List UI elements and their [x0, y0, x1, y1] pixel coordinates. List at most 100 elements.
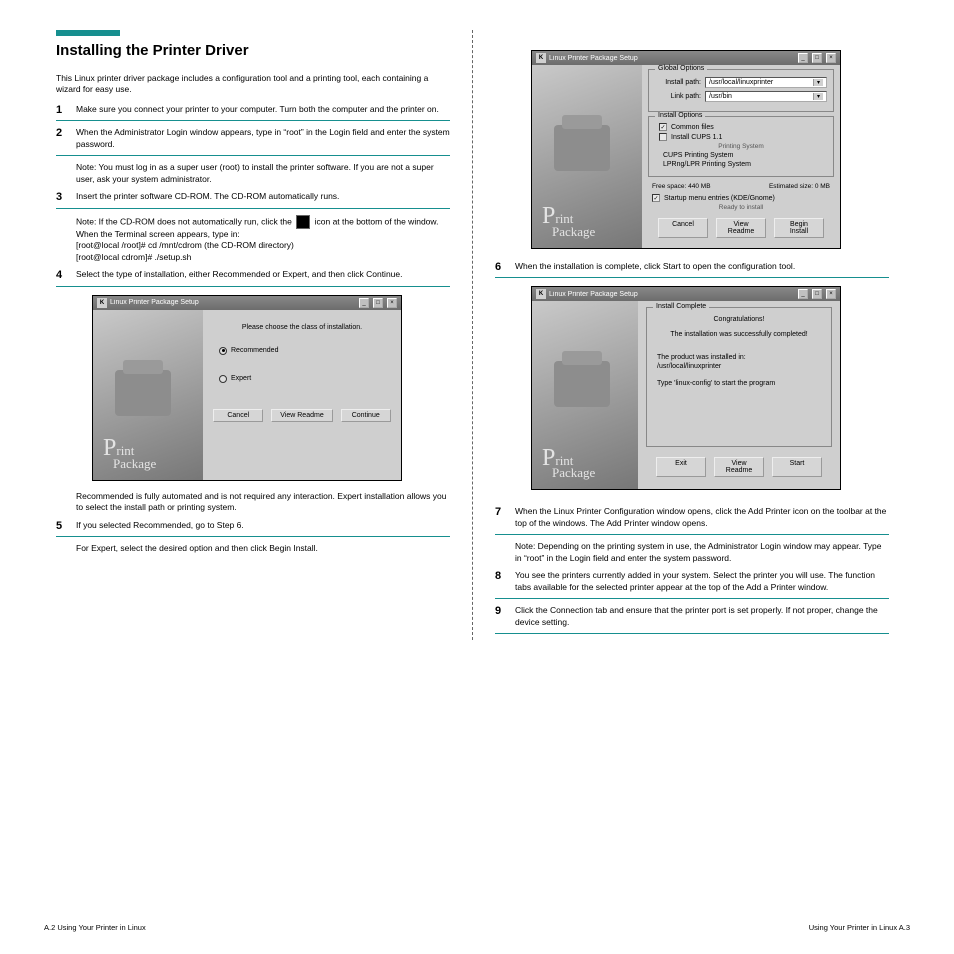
- dialog-heading: Please choose the class of installation.: [211, 324, 393, 331]
- printer-illustration: [554, 125, 610, 171]
- step-text: Make sure you connect your printer to yo…: [76, 104, 450, 118]
- view-readme-button[interactable]: View Readme: [716, 218, 766, 238]
- check-label: Startup menu entries (KDE/Gnome): [664, 195, 775, 202]
- step-text: When the Administrator Login window appe…: [76, 127, 450, 148]
- printer-illustration: [115, 370, 171, 416]
- maximize-icon[interactable]: □: [812, 53, 822, 63]
- step-1: 1 Make sure you connect your printer to …: [56, 104, 450, 121]
- minimize-icon[interactable]: _: [798, 53, 808, 63]
- global-options-group: Global Options Install path: /usr/local/…: [648, 69, 834, 112]
- step-text: You see the printers currently added in …: [515, 570, 889, 596]
- view-readme-button[interactable]: View Readme: [714, 457, 764, 477]
- minimize-icon[interactable]: _: [798, 289, 808, 299]
- step-7-note: Note: Depending on the printing system i…: [515, 541, 889, 564]
- footer-right: Using Your Printer in Linux A.3: [477, 923, 910, 932]
- cancel-button[interactable]: Cancel: [213, 409, 263, 422]
- free-space-label: Free space:: [652, 183, 686, 190]
- radio-dot-icon: [219, 375, 227, 383]
- est-size-value: 0 MB: [815, 183, 830, 190]
- close-icon[interactable]: ×: [826, 289, 836, 299]
- app-icon: K: [536, 289, 546, 299]
- step-num: 1: [56, 104, 70, 118]
- view-readme-button[interactable]: View Readme: [271, 409, 332, 422]
- dialog-title: Linux Printer Package Setup: [549, 55, 794, 62]
- checkbox-checked-icon: ✓: [659, 123, 667, 131]
- radio-dot-icon: [219, 347, 227, 355]
- installer-dialog-complete: K Linux Printer Package Setup _ □ × Prin…: [531, 286, 841, 490]
- step-num: 4: [56, 269, 70, 283]
- step-2: 2 When the Administrator Login window ap…: [56, 127, 450, 156]
- dialog-titlebar[interactable]: K Linux Printer Package Setup _ □ ×: [532, 51, 840, 65]
- radio-expert[interactable]: Expert: [219, 375, 393, 383]
- checkbox-checked-icon: ✓: [652, 194, 660, 202]
- step-text: Click the Connection tab and ensure that…: [515, 605, 889, 631]
- radio-recommended[interactable]: Recommended: [219, 347, 393, 355]
- dialog-sidebar: PrintPackage: [532, 65, 642, 248]
- footer-left: A.2 Using Your Printer in Linux: [44, 923, 477, 932]
- dialog-title: Linux Printer Package Setup: [549, 291, 794, 298]
- dialog-titlebar[interactable]: K Linux Printer Package Setup _ □ ×: [93, 296, 401, 310]
- start-button[interactable]: Start: [772, 457, 822, 477]
- radio-label: Expert: [231, 375, 251, 382]
- combo-value: /usr/local/linuxprinter: [709, 79, 773, 86]
- step-num: 2: [56, 127, 70, 153]
- combo-value: /usr/bin: [709, 93, 732, 100]
- printing-system-heading: Printing System: [655, 143, 827, 150]
- maximize-icon[interactable]: □: [812, 289, 822, 299]
- step-text: Insert the printer software CD-ROM. The …: [76, 191, 450, 205]
- install-complete-group: Install Complete Congratulations! The in…: [646, 307, 832, 447]
- check-startup-entries[interactable]: ✓ Startup menu entries (KDE/Gnome): [652, 194, 834, 202]
- groupbox-title: Install Options: [655, 112, 705, 119]
- step-7: 7 When the Linux Printer Configuration w…: [495, 506, 889, 535]
- continue-button[interactable]: Continue: [341, 409, 391, 422]
- printer-illustration: [554, 361, 610, 407]
- installed-in-label: The product was installed in:: [657, 354, 821, 361]
- check-install-cups[interactable]: Install CUPS 1.1: [659, 133, 827, 141]
- dialog-sidebar: PrintPackage: [532, 301, 638, 489]
- close-icon[interactable]: ×: [826, 53, 836, 63]
- dialog-title: Linux Printer Package Setup: [110, 299, 355, 306]
- chevron-down-icon[interactable]: ▾: [813, 79, 823, 86]
- radio-label: CUPS Printing System: [663, 152, 733, 159]
- exit-button[interactable]: Exit: [656, 457, 706, 477]
- dialog-titlebar[interactable]: K Linux Printer Package Setup _ □ ×: [532, 287, 840, 301]
- check-common-files[interactable]: ✓ Common files: [659, 123, 827, 131]
- step-3-note: Note: If the CD-ROM does not automatical…: [76, 215, 450, 263]
- install-options-group: Install Options ✓ Common files Install C…: [648, 116, 834, 177]
- maximize-icon[interactable]: □: [373, 298, 383, 308]
- column-divider: [472, 30, 473, 640]
- installer-dialog-class: K Linux Printer Package Setup _ □ × Prin…: [92, 295, 402, 481]
- cancel-button[interactable]: Cancel: [658, 218, 708, 238]
- begin-install-button[interactable]: Begin Install: [774, 218, 824, 238]
- install-path-combo[interactable]: /usr/local/linuxprinter ▾: [705, 77, 827, 88]
- installed-path: /usr/local/linuxprinter: [657, 363, 821, 370]
- free-space-value: 440 MB: [688, 183, 710, 190]
- step-6: 6 When the installation is complete, cli…: [495, 261, 889, 278]
- installer-dialog-expert: K Linux Printer Package Setup _ □ × Prin…: [531, 50, 841, 249]
- close-icon[interactable]: ×: [387, 298, 397, 308]
- radio-label: LPRng/LPR Printing System: [663, 161, 751, 168]
- done-text: The installation was successfully comple…: [653, 331, 825, 338]
- step-8: 8 You see the printers currently added i…: [495, 570, 889, 599]
- step-num: 5: [56, 520, 70, 534]
- radio-lprng[interactable]: LPRng/LPR Printing System: [659, 161, 827, 168]
- step-num: 6: [495, 261, 509, 275]
- start-hint: Type 'linux-config' to start the program: [657, 380, 821, 387]
- radio-cups[interactable]: CUPS Printing System: [659, 152, 827, 159]
- dialog-sidebar: PrintPackage: [93, 310, 203, 480]
- step-9: 9 Click the Connection tab and ensure th…: [495, 605, 889, 634]
- install-path-label: Install path:: [655, 79, 701, 86]
- step-text: When the installation is complete, click…: [515, 261, 889, 275]
- chevron-down-icon[interactable]: ▾: [813, 93, 823, 100]
- app-icon: K: [536, 53, 546, 63]
- step-num: 3: [56, 191, 70, 205]
- checkbox-icon: [659, 133, 667, 141]
- step-5-sub: For Expert, select the desired option an…: [76, 543, 450, 554]
- step-text: If you selected Recommended, go to Step …: [76, 520, 450, 534]
- congrats-text: Congratulations!: [653, 316, 825, 323]
- link-path-combo[interactable]: /usr/bin ▾: [705, 91, 827, 102]
- step-4: 4 Select the type of installation, eithe…: [56, 269, 450, 286]
- minimize-icon[interactable]: _: [359, 298, 369, 308]
- step-num: 7: [495, 506, 509, 532]
- step-num: 8: [495, 570, 509, 596]
